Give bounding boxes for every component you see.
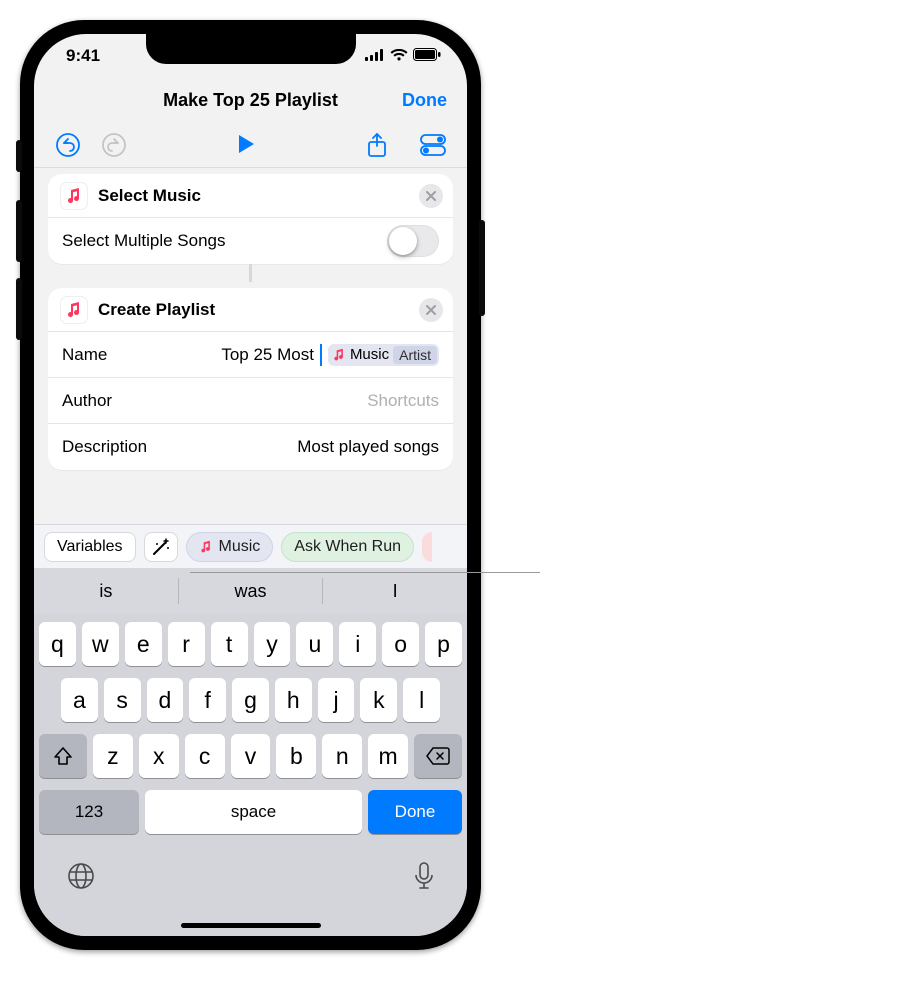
action-card-select-music: Select Music Select Multiple Songs [48,174,453,264]
key-d[interactable]: d [147,678,184,722]
action-card-create-playlist: Create Playlist Name Top 25 Most Mu [48,288,453,470]
key-v[interactable]: v [231,734,271,778]
settings-toggle-button[interactable] [419,131,447,159]
chip-label: Ask When Run [294,538,401,556]
row-label: Select Multiple Songs [62,231,225,251]
key-b[interactable]: b [276,734,316,778]
key-g[interactable]: g [232,678,269,722]
key-f[interactable]: f [189,678,226,722]
callout-line [190,572,540,573]
key-h[interactable]: h [275,678,312,722]
mute-switch [16,140,22,172]
prediction-2[interactable]: was [179,574,323,608]
keyboard: q w e r t y u i o p a s d f g h [34,614,467,936]
name-value: Top 25 Most [221,345,314,365]
wifi-icon [390,46,408,66]
row-label: Name [62,345,107,365]
key-r[interactable]: r [168,622,205,666]
key-i[interactable]: i [339,622,376,666]
key-l[interactable]: l [403,678,440,722]
key-delete[interactable] [414,734,462,778]
action-connector [48,264,453,282]
toolbar [34,122,467,168]
action-title: Select Music [98,186,201,206]
key-k[interactable]: k [360,678,397,722]
row-label: Author [62,391,112,411]
page-title: Make Top 25 Playlist [163,90,338,111]
predictive-text-bar: is was I [34,568,467,614]
select-multiple-switch[interactable] [387,225,439,257]
key-n[interactable]: n [322,734,362,778]
author-placeholder: Shortcuts [367,391,439,411]
device-frame: 9:41 Make Top 25 Playlist Done [20,20,481,950]
key-w[interactable]: w [82,622,119,666]
volume-up-button [16,200,22,262]
key-y[interactable]: y [254,622,291,666]
music-app-icon [60,296,88,324]
key-u[interactable]: u [296,622,333,666]
key-s[interactable]: s [104,678,141,722]
remove-action-button[interactable] [419,184,443,208]
mic-icon[interactable] [414,862,434,895]
description-value: Most played songs [297,437,439,457]
row-label: Description [62,437,147,457]
description-row[interactable]: Description Most played songs [48,424,453,470]
key-done[interactable]: Done [368,790,462,834]
play-button[interactable] [232,130,260,158]
variable-bar: Variables Music Ask When Run [34,524,467,568]
key-o[interactable]: o [382,622,419,666]
redo-button [100,131,128,159]
select-multiple-row: Select Multiple Songs [48,218,453,264]
token-property: Artist [393,346,437,364]
volume-down-button [16,278,22,340]
action-header[interactable]: Create Playlist [48,288,453,332]
action-title: Create Playlist [98,300,215,320]
action-header[interactable]: Select Music [48,174,453,218]
token-label: Music [350,346,389,363]
key-j[interactable]: j [318,678,355,722]
prediction-1[interactable]: is [34,574,178,608]
done-button[interactable]: Done [402,90,447,111]
variable-chip-music[interactable]: Music [186,532,274,562]
remove-action-button[interactable] [419,298,443,322]
chip-label: Music [219,538,261,556]
key-numbers[interactable]: 123 [39,790,139,834]
text-cursor [320,344,322,366]
name-row[interactable]: Name Top 25 Most Music Artist [48,332,453,378]
home-indicator[interactable] [181,923,321,928]
key-q[interactable]: q [39,622,76,666]
key-c[interactable]: c [185,734,225,778]
battery-icon [413,46,441,66]
status-time: 9:41 [66,46,100,66]
key-x[interactable]: x [139,734,179,778]
share-button[interactable] [363,131,391,159]
power-button [479,220,485,316]
navigation-bar: Make Top 25 Playlist Done [34,78,467,122]
variable-chip-ask-when-run[interactable]: Ask When Run [281,532,414,562]
key-t[interactable]: t [211,622,248,666]
key-p[interactable]: p [425,622,462,666]
undo-button[interactable] [54,131,82,159]
key-shift[interactable] [39,734,87,778]
key-m[interactable]: m [368,734,408,778]
music-app-icon [60,182,88,210]
variable-chip-overflow[interactable] [422,532,432,562]
key-a[interactable]: a [61,678,98,722]
magic-variable-button[interactable] [144,532,178,562]
prediction-3[interactable]: I [323,574,467,608]
cellular-icon [365,46,385,66]
notch [146,34,356,64]
author-row[interactable]: Author Shortcuts [48,378,453,424]
key-space[interactable]: space [145,790,362,834]
variables-button[interactable]: Variables [44,532,136,562]
globe-icon[interactable] [67,862,95,895]
key-e[interactable]: e [125,622,162,666]
variable-token-music[interactable]: Music Artist [328,344,439,366]
key-z[interactable]: z [93,734,133,778]
